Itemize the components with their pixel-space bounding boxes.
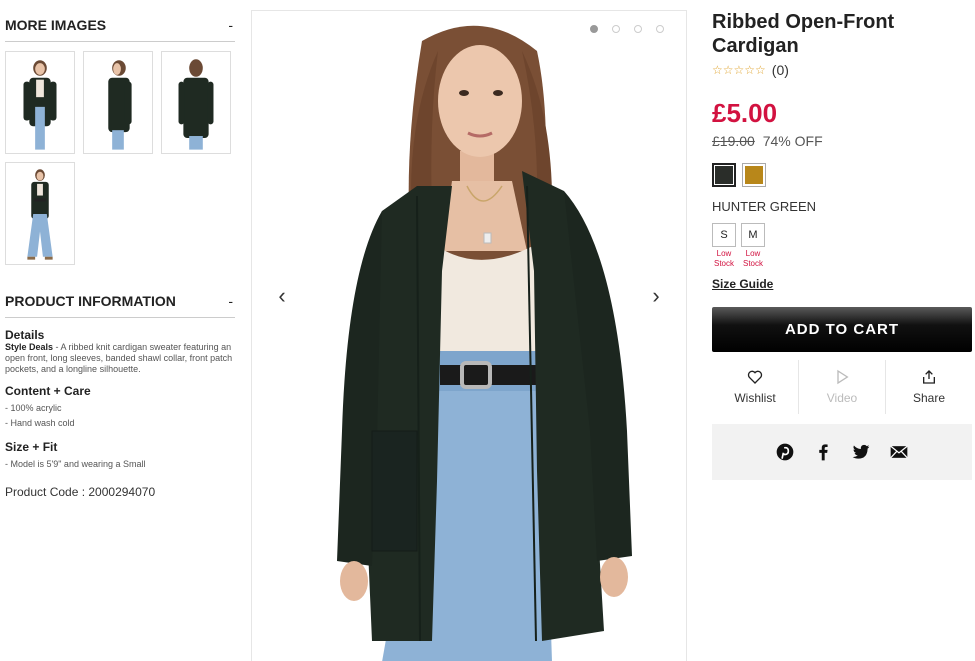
details-title: Details (5, 328, 45, 342)
swatch-mustard[interactable] (742, 163, 766, 187)
main-product-image[interactable]: ‹ › (251, 10, 687, 661)
wishlist-button[interactable]: Wishlist (712, 360, 798, 414)
product-title: Ribbed Open-Front Cardigan (712, 11, 895, 57)
discount-label: 74% OFF (762, 133, 823, 149)
details-block: Details Style Deals - A ribbed knit card… (5, 328, 235, 375)
play-icon (837, 369, 849, 385)
pinterest-icon[interactable] (775, 442, 795, 462)
size-fit-item: - Model is 5'9" and wearing a Small (5, 459, 146, 469)
wishlist-label: Wishlist (734, 391, 776, 405)
selected-color-name: HUNTER GREEN (712, 199, 817, 214)
color-swatches (712, 163, 972, 187)
facebook-icon[interactable] (813, 442, 833, 462)
stock-status: Low Stock (742, 249, 763, 268)
product-info-title: PRODUCT INFORMATION (5, 293, 176, 309)
heart-icon (747, 370, 763, 384)
content-item: - 100% acrylic (5, 403, 62, 413)
action-row: Wishlist Video Share (712, 360, 972, 414)
rating-row[interactable]: ☆☆☆☆☆ (0) (712, 62, 972, 78)
size-options: S Low Stock M Low Stock (712, 223, 972, 269)
size-option-s: S Low Stock (712, 223, 736, 269)
details-text: Style Deals - A ribbed knit cardigan swe… (5, 342, 235, 375)
swatch-fill (715, 166, 733, 184)
thumbnail-grid (5, 51, 235, 271)
more-images-section: MORE IMAGES - (5, 17, 235, 271)
original-price-row: £19.00 74% OFF (712, 133, 972, 149)
swatch-hunter-green[interactable] (712, 163, 736, 187)
twitter-icon[interactable] (851, 442, 871, 462)
size-fit-block: Size + Fit - Model is 5'9" and wearing a… (5, 440, 235, 469)
carousel-dots (590, 25, 664, 33)
size-button-s[interactable]: S (712, 223, 736, 247)
product-panel: Ribbed Open-Front Cardigan ☆☆☆☆☆ (0) £5.… (712, 10, 972, 480)
swatch-fill (745, 166, 763, 184)
original-price: £19.00 (712, 133, 755, 149)
prev-arrow-icon[interactable]: ‹ (272, 281, 292, 311)
share-button[interactable]: Share (885, 360, 972, 414)
collapse-toggle[interactable]: - (228, 17, 235, 33)
more-images-title: MORE IMAGES (5, 17, 107, 33)
carousel-dot-1[interactable] (590, 25, 598, 33)
email-icon[interactable] (889, 442, 909, 462)
thumbnail-back[interactable] (161, 51, 231, 154)
video-label: Video (826, 391, 858, 405)
product-info-header[interactable]: PRODUCT INFORMATION - (5, 293, 235, 318)
social-share-bar (712, 424, 972, 480)
add-to-cart-button[interactable]: ADD TO CART (712, 307, 972, 352)
stock-status: Low Stock (713, 249, 734, 268)
video-button[interactable]: Video (798, 360, 885, 414)
thumbnail-side[interactable] (83, 51, 153, 154)
size-option-m: M Low Stock (741, 223, 765, 269)
thumbnail-full-length[interactable] (5, 162, 75, 265)
carousel-dot-2[interactable] (612, 25, 620, 33)
star-rating-icon: ☆☆☆☆☆ (712, 63, 766, 77)
size-guide-link[interactable]: Size Guide (712, 277, 773, 291)
review-count[interactable]: (0) (772, 62, 789, 78)
size-button-m[interactable]: M (741, 223, 765, 247)
carousel-dot-4[interactable] (656, 25, 664, 33)
thumbnail-front[interactable] (5, 51, 75, 154)
share-icon (923, 370, 935, 384)
more-images-header[interactable]: MORE IMAGES - (5, 17, 235, 42)
collapse-toggle[interactable]: - (228, 293, 235, 309)
share-label: Share (912, 391, 946, 405)
size-fit-title: Size + Fit (5, 440, 58, 454)
details-label: Style Deals (5, 342, 54, 352)
carousel-dot-3[interactable] (634, 25, 642, 33)
product-code: Product Code : 2000294070 (5, 485, 156, 499)
next-arrow-icon[interactable]: › (646, 281, 666, 311)
content-care-title: Content + Care (5, 384, 91, 398)
content-care-block: Content + Care - 100% acrylic - Hand was… (5, 384, 235, 428)
content-item: - Hand wash cold (5, 418, 75, 428)
sale-price: £5.00 (712, 98, 778, 128)
model-photo (252, 11, 686, 661)
product-info-section: PRODUCT INFORMATION - Details Style Deal… (5, 293, 235, 499)
